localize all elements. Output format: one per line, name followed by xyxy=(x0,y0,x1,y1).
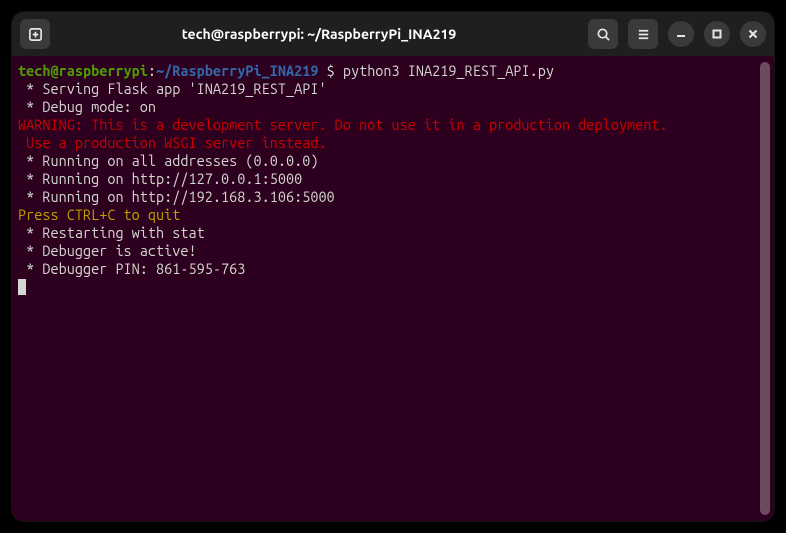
maximize-button[interactable] xyxy=(704,21,730,47)
warning-line: WARNING: This is a development server. D… xyxy=(18,116,668,133)
scrollbar[interactable] xyxy=(760,62,770,515)
cursor xyxy=(18,279,26,295)
terminal-window: tech@raspberrypi: ~/RaspberryPi_INA219 t… xyxy=(12,12,774,521)
terminal-content: tech@raspberrypi:~/RaspberryPi_INA219 $ … xyxy=(18,62,758,515)
output-line: * Serving Flask app 'INA219_REST_API' xyxy=(18,80,327,97)
minimize-button[interactable] xyxy=(668,21,694,47)
prompt-path: ~/RaspberryPi_INA219 xyxy=(156,62,318,79)
output-line: * Debug mode: on xyxy=(18,98,156,115)
terminal-body[interactable]: tech@raspberrypi:~/RaspberryPi_INA219 $ … xyxy=(12,56,774,521)
prompt-user-host: tech@raspberrypi xyxy=(18,62,148,79)
output-line: * Running on http://127.0.0.1:5000 xyxy=(18,170,302,187)
prompt-sep: : xyxy=(148,62,156,79)
new-tab-button[interactable] xyxy=(20,19,50,49)
window-title: tech@raspberrypi: ~/RaspberryPi_INA219 xyxy=(58,26,580,42)
output-line: * Running on all addresses (0.0.0.0) xyxy=(18,152,318,169)
titlebar: tech@raspberrypi: ~/RaspberryPi_INA219 xyxy=(12,12,774,56)
command-text: python3 INA219_REST_API.py xyxy=(343,62,554,79)
warning-line: Use a production WSGI server instead. xyxy=(18,134,327,151)
output-line: * Running on http://192.168.3.106:5000 xyxy=(18,188,335,205)
close-button[interactable] xyxy=(740,21,766,47)
menu-button[interactable] xyxy=(628,19,658,49)
output-line: * Debugger PIN: 861-595-763 xyxy=(18,260,245,277)
output-line: * Debugger is active! xyxy=(18,242,197,259)
quit-hint: Press CTRL+C to quit xyxy=(18,206,180,223)
search-button[interactable] xyxy=(588,19,618,49)
output-line: * Restarting with stat xyxy=(18,224,205,241)
prompt-dollar: $ xyxy=(318,62,342,79)
scrollbar-thumb[interactable] xyxy=(760,62,770,515)
